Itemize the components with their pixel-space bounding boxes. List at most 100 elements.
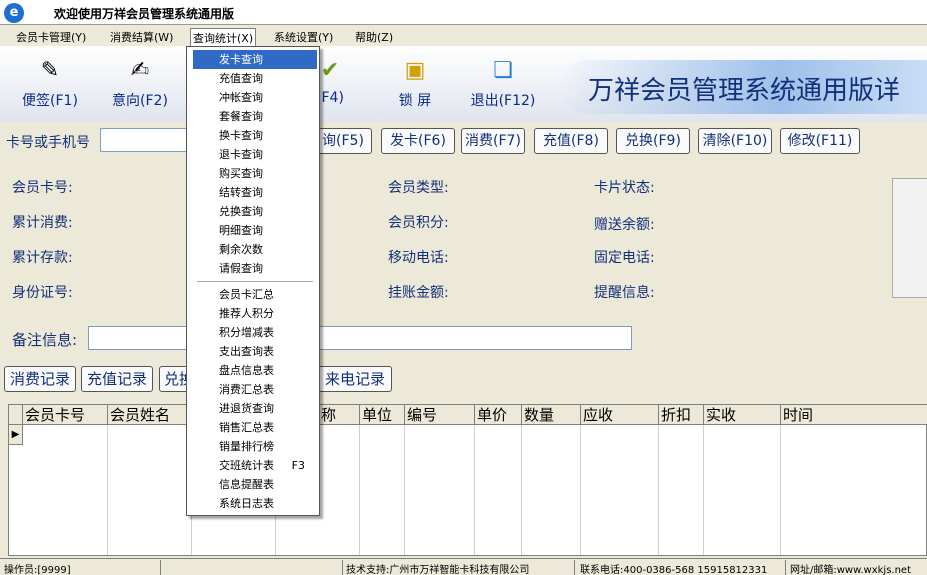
menu-separator [197, 281, 313, 282]
status-divider [574, 560, 575, 575]
col-time[interactable]: 时间 [781, 405, 926, 425]
menu-sales-ranking[interactable]: 销量排行榜 [193, 437, 317, 456]
menu-system-settings[interactable]: 系统设置(Y) [272, 28, 335, 46]
col-unit[interactable]: 单位 [360, 405, 405, 425]
grid-col-line [581, 425, 659, 555]
member-type-label: 会员类型: [388, 180, 449, 196]
banner-title: 万祥会员管理系统通用版详 [588, 76, 901, 106]
menu-expense-query[interactable]: 支出查询表 [193, 342, 317, 361]
card-or-phone-input[interactable] [100, 128, 190, 152]
menu-card-issue-query[interactable]: 发卡查询 [193, 50, 317, 69]
col-member-name[interactable]: 会员姓名 [108, 405, 192, 425]
bonus-balance-label: 赠送余额: [594, 217, 655, 233]
menu-help[interactable]: 帮助(Z) [353, 28, 395, 46]
note-icon: ✎ [40, 58, 60, 83]
exit-icon: ❏ [493, 58, 513, 83]
status-divider [160, 560, 161, 575]
menu-member-card[interactable]: 会员卡管理(Y) [14, 28, 88, 46]
menu-recharge-query[interactable]: 充值查询 [193, 69, 317, 88]
query-f5-button[interactable]: 询(F5) [314, 128, 372, 154]
row-indicator: ▶ [9, 425, 23, 445]
tab-exchange-records[interactable]: 兑换 [159, 366, 189, 392]
modify-button[interactable]: 修改(F11) [780, 128, 860, 154]
remark-input[interactable] [88, 326, 632, 350]
menu-reversal-query[interactable]: 冲帐查询 [193, 88, 317, 107]
points-label: 会员积分: [388, 215, 449, 231]
menu-remaining-count[interactable]: 剩余次数 [193, 240, 317, 259]
search-label: 卡号或手机号 [6, 135, 90, 151]
menu-consumption[interactable]: 消费结算(W) [108, 28, 175, 46]
col-quantity[interactable]: 数量 [522, 405, 581, 425]
menu-detail-query[interactable]: 明细查询 [193, 221, 317, 240]
col-code[interactable]: 编号 [405, 405, 475, 425]
exit-button-label: 退出(F12) [470, 93, 536, 109]
grid-col-line [659, 425, 704, 555]
window-title: 欢迎使用万祥会员管理系统通用版 [54, 7, 235, 21]
menu-referrer-points[interactable]: 推荐人积分 [193, 304, 317, 323]
mobile-label: 移动电话: [388, 250, 449, 266]
col-receivable[interactable]: 应收 [581, 405, 659, 425]
menu-system-log[interactable]: 系统日志表 [193, 494, 317, 513]
lock-screen-button-label: 锁 屏 [398, 93, 432, 109]
query-stats-dropdown: 发卡查询 充值查询 冲帐查询 套餐查询 换卡查询 退卡查询 购买查询 结转查询 … [186, 46, 320, 516]
col-price[interactable]: 单价 [475, 405, 522, 425]
grid-col-line [405, 425, 475, 555]
menu-bar: 会员卡管理(Y) 消费结算(W) 查询统计(X) 系统设置(Y) 帮助(Z) [0, 26, 927, 47]
note-button[interactable]: ✎ 便签(F1) [10, 54, 90, 116]
total-spent-label: 累计消费: [12, 215, 73, 231]
title-bar: e 欢迎使用万祥会员管理系统通用版 [0, 0, 927, 25]
status-support: 技术支持:广州市万祥智能卡科技有限公司 [346, 565, 530, 575]
exchange-button[interactable]: 兑换(F9) [616, 128, 690, 154]
issue-card-button[interactable]: 发卡(F6) [381, 128, 455, 154]
menu-inventory-info[interactable]: 盘点信息表 [193, 361, 317, 380]
grid-col-line [475, 425, 522, 555]
grid-header: 会员卡号 会员姓名 名称 单位 编号 单价 数量 应收 折扣 实收 时间 [9, 405, 927, 425]
menu-purchase-query[interactable]: 购买查询 [193, 164, 317, 183]
menu-leave-query[interactable]: 请假查询 [193, 259, 317, 278]
search-row: 卡号或手机号 询(F5) 发卡(F6) 消费(F7) 充值(F8) 兑换(F9)… [0, 124, 927, 158]
total-deposit-label: 累计存款: [12, 250, 73, 266]
menu-query-stats[interactable]: 查询统计(X) [190, 28, 257, 47]
menu-shift-statistics-label: 交班统计表 [219, 459, 274, 472]
menu-card-summary[interactable]: 会员卡汇总 [193, 285, 317, 304]
clear-button[interactable]: 清除(F10) [698, 128, 772, 154]
col-received[interactable]: 实收 [704, 405, 781, 425]
menu-carryover-query[interactable]: 结转查询 [193, 183, 317, 202]
menu-stock-in-out-query[interactable]: 进退货查询 [193, 399, 317, 418]
card-status-label: 卡片状态: [594, 180, 655, 196]
records-grid[interactable]: 会员卡号 会员姓名 名称 单位 编号 单价 数量 应收 折扣 实收 时间 ▶ [8, 404, 927, 556]
status-website: 网址/邮箱:www.wxkjs.net [790, 565, 912, 575]
exit-button[interactable]: ❏ 退出(F12) [463, 54, 543, 116]
menu-sales-summary[interactable]: 销售汇总表 [193, 418, 317, 437]
consume-button[interactable]: 消费(F7) [461, 128, 525, 154]
member-photo [892, 178, 927, 298]
tab-call-records[interactable]: 来电记录 [318, 366, 392, 392]
tab-recharge-records[interactable]: 充值记录 [81, 366, 153, 392]
dropdown-strip [187, 47, 192, 515]
grid-col-line [108, 425, 192, 555]
grid-col-line [23, 425, 108, 555]
tab-consumption-records[interactable]: 消费记录 [4, 366, 76, 392]
intent-button[interactable]: ✍ 意向(F2) [100, 54, 180, 116]
app-logo-icon: e [4, 3, 24, 23]
lock-screen-button[interactable]: ▣ 锁 屏 [375, 54, 455, 116]
menu-package-query[interactable]: 套餐查询 [193, 107, 317, 126]
col-card-no[interactable]: 会员卡号 [23, 405, 108, 425]
menu-card-return-query[interactable]: 退卡查询 [193, 145, 317, 164]
status-divider [342, 560, 343, 575]
menu-card-replace-query[interactable]: 换卡查询 [193, 126, 317, 145]
id-no-label: 身份证号: [12, 285, 73, 301]
remark-label: 备注信息: [12, 331, 78, 349]
menu-consumption-summary[interactable]: 消费汇总表 [193, 380, 317, 399]
menu-points-change[interactable]: 积分增减表 [193, 323, 317, 342]
menu-shift-statistics[interactable]: 交班统计表 F3 [193, 456, 317, 475]
phone-label: 固定电话: [594, 250, 655, 266]
menu-reminder-table[interactable]: 信息提醒表 [193, 475, 317, 494]
credit-label: 挂账金额: [388, 285, 449, 301]
menu-exchange-query[interactable]: 兑换查询 [193, 202, 317, 221]
grid-corner [9, 405, 23, 425]
lock-screen-icon: ▣ [404, 58, 426, 83]
recharge-button[interactable]: 充值(F8) [534, 128, 608, 154]
col-discount[interactable]: 折扣 [659, 405, 704, 425]
reminder-label: 提醒信息: [594, 285, 655, 301]
